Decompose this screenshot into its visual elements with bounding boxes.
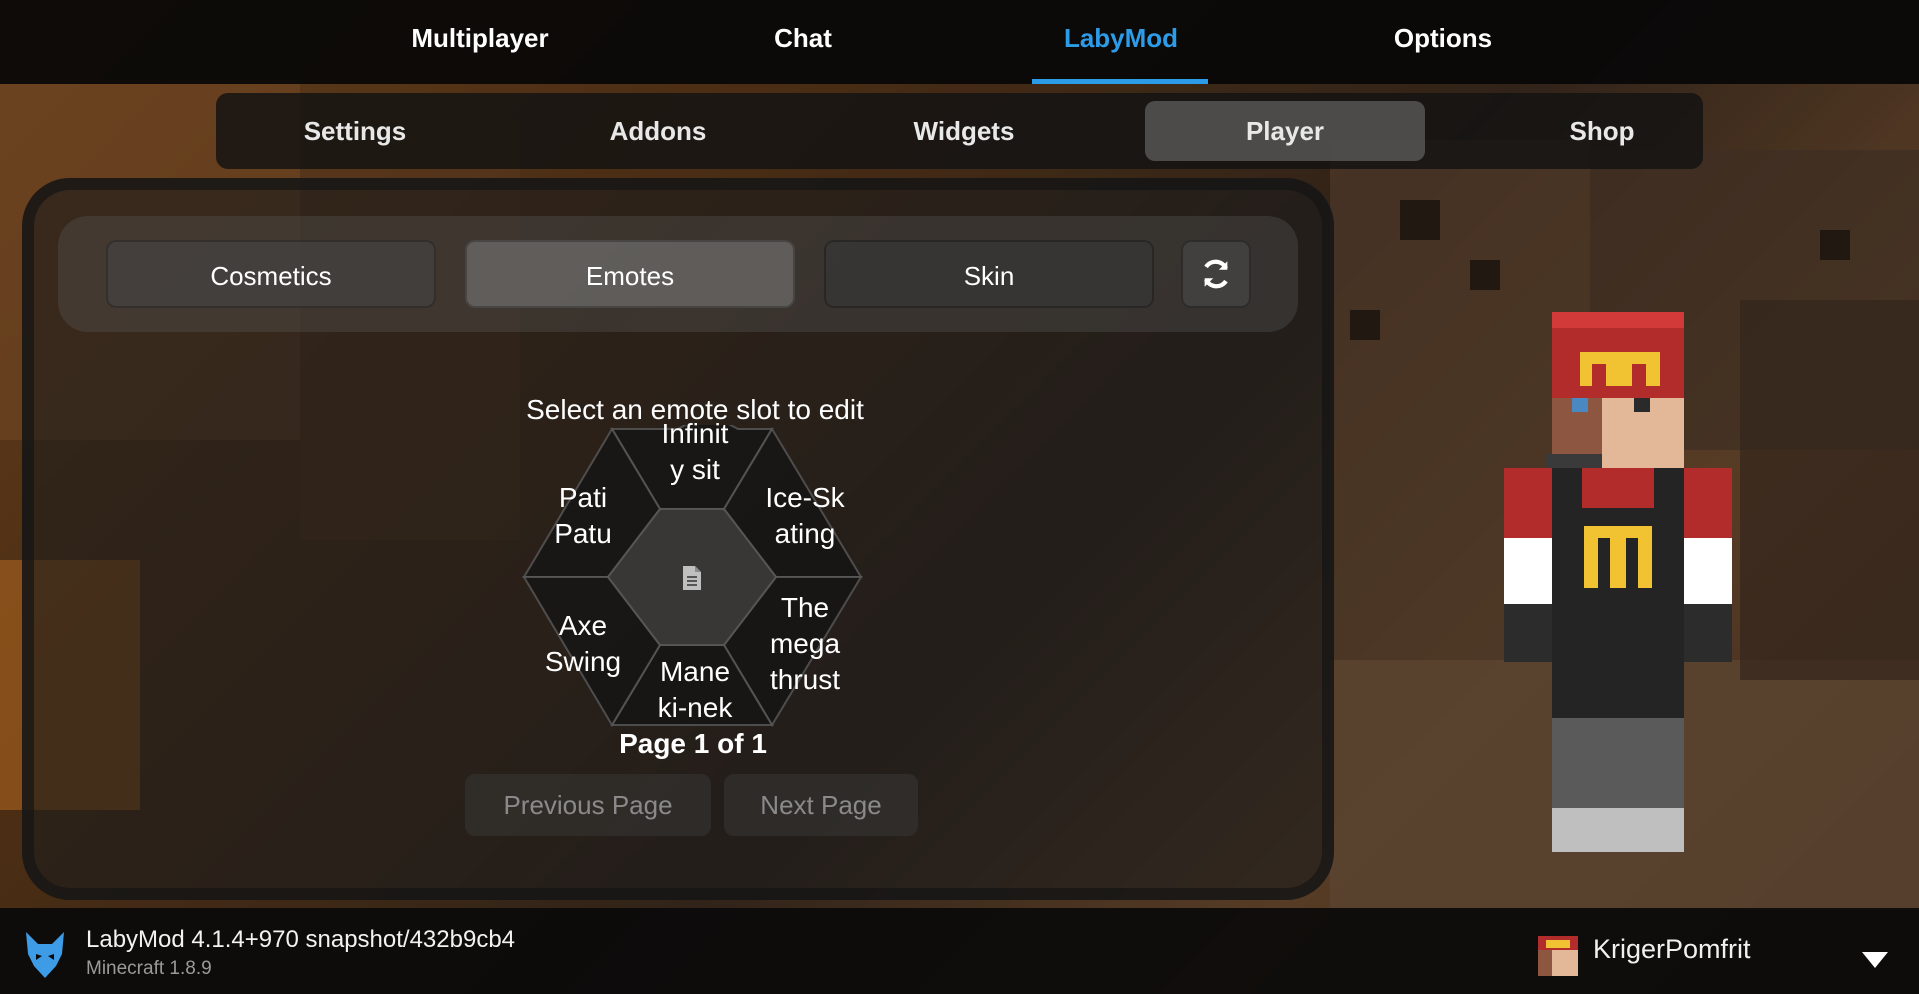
player-skin-preview[interactable] [1500,312,1736,852]
refresh-icon [1204,259,1228,289]
tab-shop[interactable]: Shop [1532,101,1672,161]
footer-bar: LabyMod 4.1.4+970 snapshot/432b9cb4 Mine… [0,908,1919,994]
emote-slot-top-label: Infinit y sit [661,418,729,485]
labymod-version: LabyMod 4.1.4+970 snapshot/432b9cb4 [86,926,516,953]
sub-navigation: Settings Addons Widgets Player Shop [216,93,1703,169]
page-indicator: Page 1 of 1 [619,728,767,759]
emote-slot-top-right-label: Ice-Sk ating [765,482,845,549]
refresh-button[interactable] [1181,240,1251,308]
emotes-button[interactable]: Emotes [465,240,795,308]
next-page-button[interactable]: Next Page [724,774,918,836]
tab-chat[interactable]: Chat [722,18,884,58]
emote-slot-bottom-left-label: Axe Swing [544,610,622,677]
emote-slot-bottom-label: Mane ki-nek [657,656,733,723]
active-tab-underline [1032,79,1208,84]
tab-labymod[interactable]: LabyMod [1032,18,1210,58]
emote-slot-top-left-label: Pati Patu [554,482,612,549]
chevron-down-icon[interactable] [1862,952,1888,968]
top-navigation: Multiplayer Chat LabyMod Options [0,0,1919,84]
minecraft-version: Minecraft 1.8.9 [86,958,212,979]
user-avatar[interactable] [1538,936,1578,976]
skin-button[interactable]: Skin [824,240,1154,308]
previous-page-button[interactable]: Previous Page [465,774,711,836]
tab-settings[interactable]: Settings [260,101,450,161]
wolf-logo-icon [26,932,64,978]
tab-options[interactable]: Options [1370,18,1516,58]
tab-widgets[interactable]: Widgets [876,101,1052,161]
tab-player[interactable]: Player [1145,101,1425,161]
document-icon [683,566,701,590]
cosmetics-button[interactable]: Cosmetics [106,240,436,308]
tab-addons[interactable]: Addons [570,101,746,161]
username[interactable]: KrigerPomfrit [1593,934,1751,965]
tab-multiplayer[interactable]: Multiplayer [380,18,580,58]
